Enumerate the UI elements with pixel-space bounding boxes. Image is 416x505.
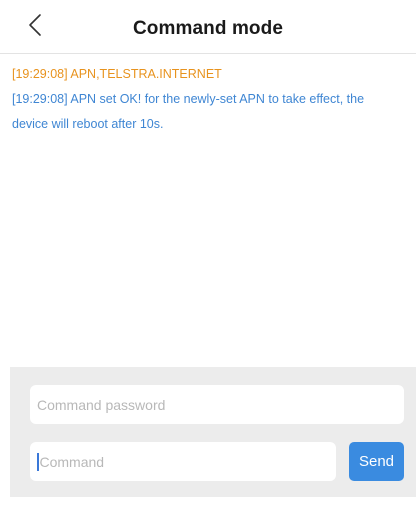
password-placeholder: Command password (37, 396, 166, 413)
command-log: [19:29:08] APN,TELSTRA.INTERNET [19:29:0… (12, 62, 404, 137)
command-placeholder: Command (39, 453, 105, 470)
page-title: Command mode (132, 18, 284, 39)
send-button[interactable]: Send (349, 442, 404, 481)
header-bar: Command mode (0, 0, 416, 54)
command-input-panel: Command password Command Send (10, 367, 416, 497)
log-line: [19:29:08] APN,TELSTRA.INTERNET (12, 67, 222, 81)
text-caret (37, 452, 39, 471)
command-password-input[interactable]: Command password (30, 385, 404, 424)
log-line: device will reboot after 10s. (12, 117, 164, 131)
command-input[interactable]: Command (30, 442, 336, 481)
log-line: [19:29:08] APN set OK! for the newly-set… (12, 92, 365, 106)
command-mode-screen: Command mode [19:29:08] APN,TELSTRA.INTE… (0, 0, 416, 505)
